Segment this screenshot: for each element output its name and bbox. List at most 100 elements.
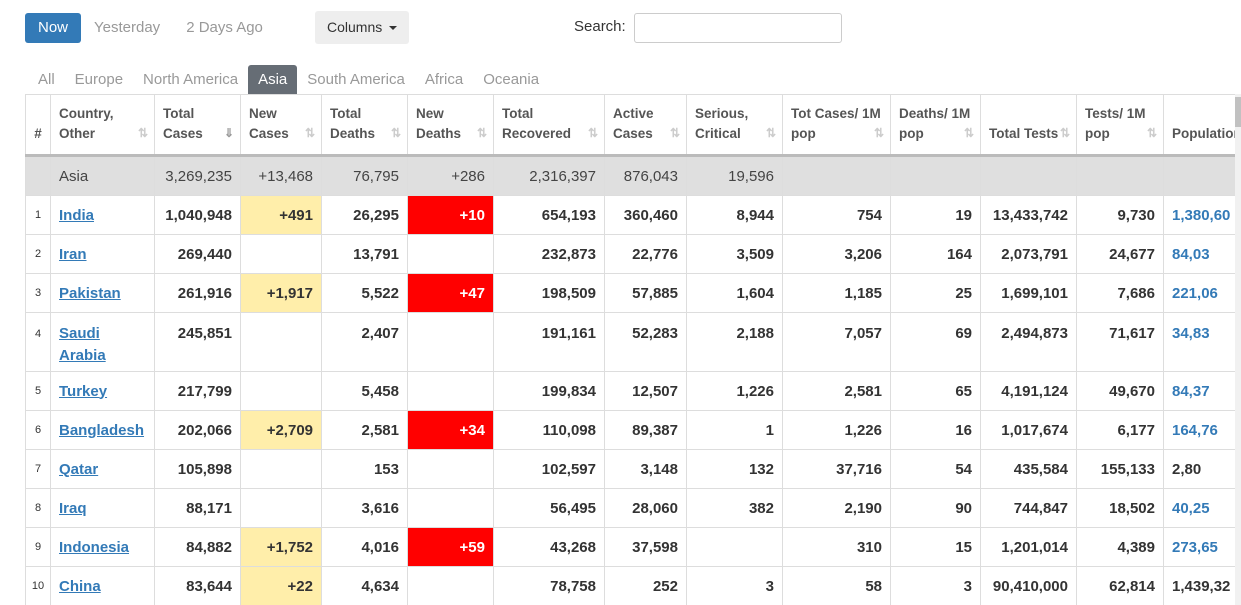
day-selector: Now Yesterday 2 Days Ago — [25, 13, 276, 43]
column-header-label: Total Recovered — [502, 106, 572, 141]
serious-critical: 1,604 — [686, 273, 783, 313]
column-header[interactable]: New Deaths ⇅ — [407, 94, 494, 157]
column-header[interactable]: New Cases ⇅ — [240, 94, 322, 157]
sort-icon[interactable]: ⇅ — [964, 123, 974, 143]
column-header-label: New Deaths — [416, 106, 462, 141]
tab-africa[interactable]: Africa — [415, 65, 473, 95]
now-button[interactable]: Now — [25, 13, 82, 43]
population[interactable]: 84,03 — [1163, 234, 1235, 274]
sort-icon[interactable]: ⇅ — [588, 123, 598, 143]
row-number: 9 — [25, 527, 51, 567]
sort-icon[interactable]: ⇅ — [477, 123, 487, 143]
scrollbar[interactable] — [1235, 94, 1241, 605]
population[interactable]: 1,380,60 — [1163, 195, 1235, 235]
country-link[interactable]: Indonesia — [59, 539, 129, 556]
country-link[interactable]: Pakistan — [59, 285, 121, 302]
serious-critical: 382 — [686, 488, 783, 528]
country-link[interactable]: Iraq — [59, 500, 87, 517]
new-deaths: +286 — [407, 155, 494, 196]
column-header[interactable]: Total Cases ⇓ — [154, 94, 241, 157]
total-tests: 744,847 — [980, 488, 1077, 528]
columns-label: Columns — [327, 19, 383, 35]
total-deaths: 153 — [321, 449, 408, 489]
total-cases: 88,171 — [154, 488, 241, 528]
cases-per-million: 2,190 — [782, 488, 891, 528]
population[interactable]: 40,25 — [1163, 488, 1235, 528]
population[interactable]: 164,76 — [1163, 410, 1235, 450]
total-recovered: 198,509 — [493, 273, 605, 313]
sort-icon[interactable]: ⇅ — [766, 123, 776, 143]
sort-icon[interactable]: ⇅ — [1147, 123, 1157, 143]
deaths-per-million: 54 — [890, 449, 981, 489]
new-cases: +1,917 — [240, 273, 322, 313]
country-link[interactable]: Saudi Arabia — [59, 325, 106, 364]
country-link[interactable]: Iran — [59, 246, 87, 263]
sort-icon[interactable]: ⇅ — [874, 123, 884, 143]
column-header[interactable]: Tot Cases/ 1M pop ⇅ — [782, 94, 891, 157]
column-header[interactable]: Serious, Critical ⇅ — [686, 94, 783, 157]
column-header-label: Tests/ 1M pop — [1085, 106, 1146, 141]
tab-all[interactable]: All — [28, 65, 65, 95]
country-link[interactable]: China — [59, 578, 101, 595]
column-header-label: # — [34, 126, 42, 141]
sort-icon[interactable]: ⇅ — [305, 123, 315, 143]
column-header-label: Total Cases — [163, 106, 203, 141]
cases-per-million: 754 — [782, 195, 891, 235]
table-row: 7 Qatar 105,898 153 102,597 3,148 132 37,716 54 4… — [25, 449, 1235, 489]
tab-oceania[interactable]: Oceania — [473, 65, 549, 95]
tab-north-america[interactable]: North America — [133, 65, 248, 95]
tab-europe[interactable]: Europe — [65, 65, 133, 95]
countries-table-container: # Country, Other ⇅ Total Cases ⇓ New Cases ⇅ To… — [25, 94, 1235, 605]
tab-south-america[interactable]: South America — [297, 65, 415, 95]
column-header[interactable]: Active Cases ⇅ — [604, 94, 687, 157]
tests-per-million: 71,617 — [1076, 312, 1164, 372]
sort-icon[interactable]: ⇓ — [224, 123, 234, 143]
column-header[interactable]: Country, Other ⇅ — [50, 94, 155, 157]
column-header[interactable]: Total Recovered ⇅ — [493, 94, 605, 157]
country-link[interactable]: Qatar — [59, 461, 98, 478]
search-input[interactable] — [634, 13, 842, 43]
total-deaths: 13,791 — [321, 234, 408, 274]
column-header[interactable]: Tests/ 1M pop ⇅ — [1076, 94, 1164, 157]
column-header[interactable]: # — [25, 94, 51, 157]
sort-icon[interactable]: ⇅ — [1060, 123, 1070, 143]
region-name: Asia — [50, 155, 155, 196]
sort-icon[interactable]: ⇅ — [391, 123, 401, 143]
scrollbar-thumb[interactable] — [1235, 97, 1241, 127]
deaths-per-million: 15 — [890, 527, 981, 567]
columns-dropdown[interactable]: Columns — [315, 11, 410, 44]
country-link[interactable]: Turkey — [59, 383, 107, 400]
new-deaths: +59 — [407, 527, 494, 567]
new-deaths: +34 — [407, 410, 494, 450]
column-header-label: Active Cases — [613, 106, 654, 141]
column-header[interactable]: Total Deaths ⇅ — [321, 94, 408, 157]
column-header[interactable]: Deaths/ 1M pop ⇅ — [890, 94, 981, 157]
two-days-ago-button[interactable]: 2 Days Ago — [173, 13, 276, 43]
sort-icon[interactable]: ⇅ — [138, 123, 148, 143]
country-link[interactable]: India — [59, 207, 94, 224]
country-link[interactable]: Bangladesh — [59, 422, 144, 439]
serious-critical: 3 — [686, 566, 783, 605]
table-row: 3 Pakistan 261,916 +1,917 5,522 +47 198,509 57,… — [25, 273, 1235, 313]
column-header[interactable]: Total Tests ⇅ — [980, 94, 1077, 157]
population[interactable]: 34,83 — [1163, 312, 1235, 372]
population[interactable]: 273,65 — [1163, 527, 1235, 567]
row-number: 8 — [25, 488, 51, 528]
tests-per-million: 49,670 — [1076, 371, 1164, 411]
column-header[interactable]: Population — [1163, 94, 1235, 157]
yesterday-button[interactable]: Yesterday — [81, 13, 173, 43]
total-cases: 1,040,948 — [154, 195, 241, 235]
population[interactable]: 84,37 — [1163, 371, 1235, 411]
new-deaths: +47 — [407, 273, 494, 313]
tests-per-million: 7,686 — [1076, 273, 1164, 313]
total-deaths: 26,295 — [321, 195, 408, 235]
total-deaths: 4,634 — [321, 566, 408, 605]
cases-per-million: 7,057 — [782, 312, 891, 372]
serious-critical: 8,944 — [686, 195, 783, 235]
total-deaths: 76,795 — [321, 155, 408, 196]
total-tests: 435,584 — [980, 449, 1077, 489]
sort-icon[interactable]: ⇅ — [670, 123, 680, 143]
tab-asia[interactable]: Asia — [248, 65, 298, 95]
population[interactable]: 221,06 — [1163, 273, 1235, 313]
deaths-per-million: 164 — [890, 234, 981, 274]
